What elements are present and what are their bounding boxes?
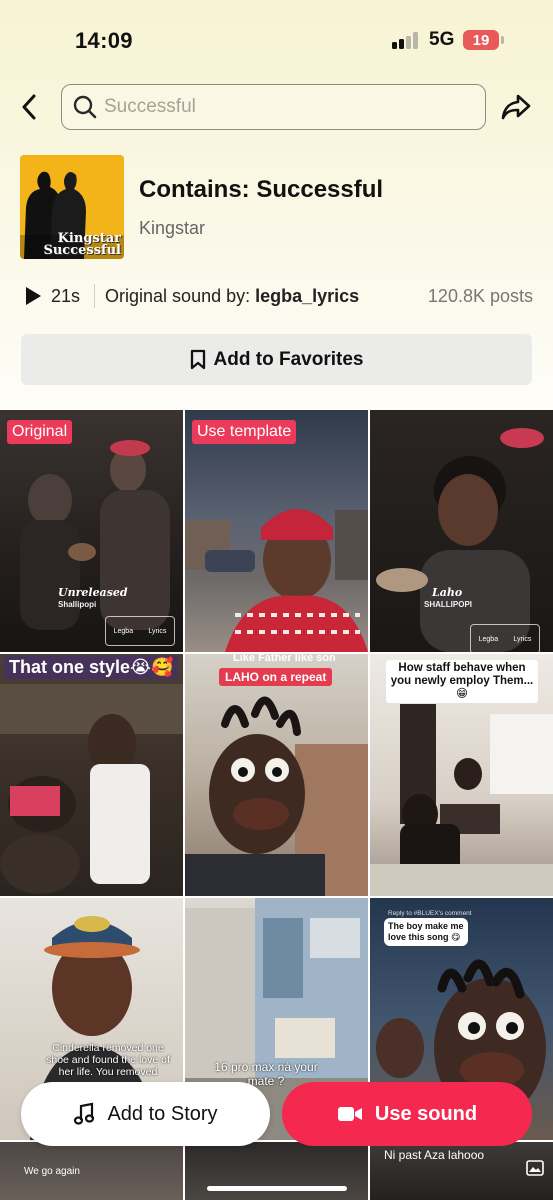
video-tile[interactable]: Laho SHALLIPOPI Legba Lyrics — [370, 410, 553, 652]
home-indicator — [207, 1186, 347, 1191]
legba-lyrics-logo: Legba Lyrics — [470, 624, 540, 652]
video-thumbnail — [0, 684, 183, 894]
artist-name[interactable]: Kingstar — [139, 218, 205, 239]
use-sound-label: Use sound — [374, 1102, 478, 1125]
video-tile[interactable]: Original Unreleased Shallipopi Legba Lyri… — [0, 410, 183, 652]
legba-lyrics-logo: Legba Lyrics — [105, 616, 175, 646]
reply-label: Reply to #BLUEX's comment — [388, 910, 472, 917]
add-to-story-button[interactable]: Add to Story — [21, 1082, 270, 1146]
tile-caption: Laho — [432, 586, 463, 599]
battery-tip — [501, 36, 504, 44]
logo-left: Legba — [113, 627, 134, 635]
status-time: 14:09 — [75, 28, 133, 53]
add-to-favorites-button[interactable]: Add to Favorites — [21, 334, 532, 385]
video-camera-icon — [337, 1107, 362, 1121]
sound-meta-row: 21s Original sound by: legba_lyrics 120.… — [20, 282, 533, 310]
tile-subcaption: SHALLIPOPI — [424, 600, 473, 609]
video-tile[interactable]: Like Father like son LAHO on a repeat — [185, 654, 368, 896]
add-to-story-label: Add to Story — [107, 1102, 218, 1125]
favorites-label: Add to Favorites — [213, 348, 364, 370]
search-icon — [73, 95, 97, 119]
back-button[interactable] — [14, 90, 44, 124]
meta-divider — [94, 284, 96, 308]
logo-right: Lyrics — [148, 627, 167, 635]
tile-caption: Unreleased — [58, 586, 128, 599]
video-thumbnail — [185, 509, 368, 652]
tile-caption: The boy make me love this song 😋 — [384, 918, 468, 946]
tile-caption: LAHO on a repeat — [219, 668, 333, 686]
tile-subcaption: Shallipopi — [58, 600, 97, 609]
share-button[interactable] — [499, 90, 533, 124]
use-sound-button[interactable]: Use sound — [282, 1082, 532, 1146]
search-field[interactable] — [61, 84, 486, 130]
play-icon[interactable] — [24, 286, 42, 306]
video-tile[interactable]: We go again — [0, 1142, 183, 1200]
original-badge: Original — [7, 420, 73, 444]
network-label: 5G — [429, 29, 455, 50]
use-template-badge[interactable]: Use template — [192, 420, 297, 444]
post-count: 120.8K posts — [427, 285, 533, 306]
video-tile[interactable]: Use template — [185, 410, 368, 652]
video-thumbnail — [376, 428, 544, 652]
video-tile[interactable]: How staff behave when you newly employ T… — [370, 654, 553, 896]
tile-caption: We go again — [24, 1166, 80, 1177]
tile-caption: That one style😭🥰 — [4, 656, 179, 679]
cover-text-title: Successful — [43, 243, 121, 258]
photo-icon — [526, 1160, 544, 1176]
video-tile[interactable]: That one style😭🥰 — [0, 654, 183, 896]
chevron-left-icon — [22, 94, 36, 120]
video-thumbnail — [185, 696, 368, 896]
duration: 21s — [51, 285, 81, 306]
logo-left: Legba — [478, 635, 499, 643]
status-bar: 14:09 5G 19 — [0, 0, 553, 80]
signal-icon — [392, 31, 420, 49]
sound-cover-image[interactable]: Kingstar Successful — [20, 155, 124, 259]
share-icon — [501, 94, 531, 120]
cover-caption: Kingstar Successful — [43, 232, 121, 258]
original-by-user: legba_lyrics — [255, 285, 360, 306]
tile-caption: Cinderella removed one shoe and found th… — [46, 1042, 170, 1078]
tile-caption: How staff behave when you newly employ T… — [386, 660, 538, 703]
battery-icon: 19 — [463, 30, 499, 50]
video-tile[interactable] — [185, 1142, 368, 1200]
original-sound-credit[interactable]: Original sound by: legba_lyrics — [105, 286, 359, 307]
music-note-icon — [74, 1102, 95, 1125]
logo-right: Lyrics — [513, 635, 532, 643]
battery-level: 19 — [472, 31, 490, 49]
bookmark-icon — [190, 349, 205, 370]
tile-caption: Ni past Aza lahooo — [384, 1148, 485, 1162]
search-input[interactable] — [104, 96, 464, 118]
sound-title: Contains: Successful — [139, 176, 384, 203]
video-tile[interactable]: Ni past Aza lahooo — [370, 1142, 553, 1200]
tile-caption-top: Like Father like son — [233, 654, 336, 664]
original-by-prefix: Original sound by: — [105, 285, 256, 306]
